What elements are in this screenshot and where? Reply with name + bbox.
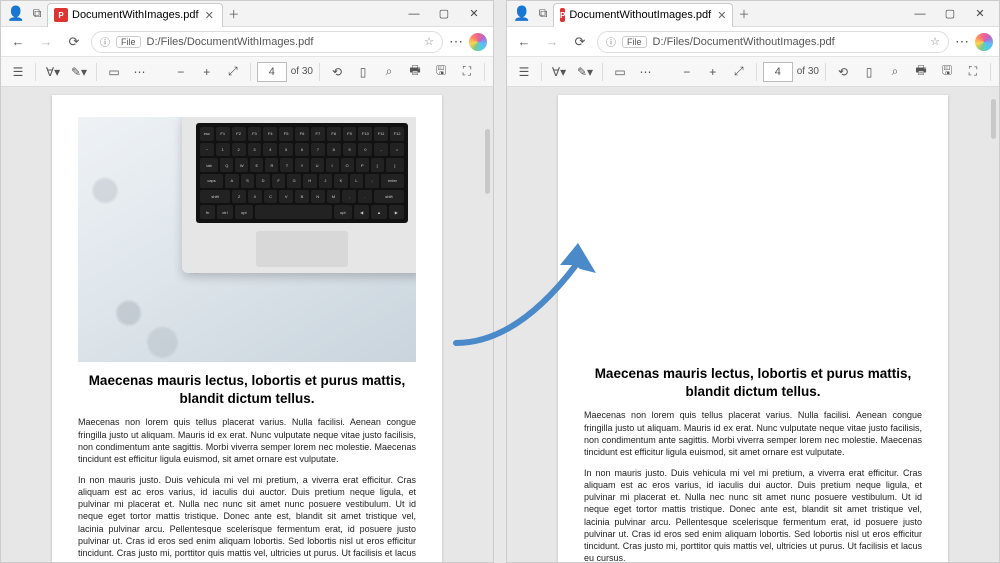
url-scheme: File <box>622 36 647 48</box>
fit-page-button[interactable]: ⤢ <box>728 61 750 83</box>
draw-button[interactable]: ∀▾ <box>548 61 570 83</box>
document-heading-1: Maecenas mauris lectus, lobortis et puru… <box>78 372 416 408</box>
page-number-input[interactable]: 4 <box>763 62 793 82</box>
sidebar-toggle-button[interactable]: ☰ <box>7 61 29 83</box>
favorite-icon[interactable]: ☆ <box>424 35 434 48</box>
left-tab[interactable]: P DocumentWithImages.pdf ✕ <box>47 3 223 27</box>
left-pdf-toolbar: ☰ ∀▾ ✎▾ ▭ ⋯ − + ⤢ 4 of 30 ⟲ ▯ ⌕ 🖶 🖫 ⛶ <box>1 57 493 87</box>
copilot-icon[interactable] <box>975 33 993 51</box>
zoom-out-button[interactable]: − <box>170 61 192 83</box>
pdf-favicon-icon: P <box>54 8 68 22</box>
right-pdf-toolbar: ☰ ∀▾ ✎▾ ▭ ⋯ − + ⤢ 4 of 30 ⟲ ▯ ⌕ 🖶 🖫 ⛶ <box>507 57 999 87</box>
page-view-button[interactable]: ▯ <box>858 61 880 83</box>
url-path: D:/Files/DocumentWithImages.pdf <box>147 36 314 48</box>
close-icon[interactable]: ✕ <box>715 9 728 22</box>
read-aloud-button[interactable]: ▭ <box>609 61 631 83</box>
print-button[interactable]: 🖶 <box>404 61 426 83</box>
right-tab[interactable]: P DocumentWithoutImages.pdf ✕ <box>553 3 733 27</box>
workspaces-icon[interactable]: ⧉ <box>27 4 47 24</box>
minimize-button[interactable]: — <box>905 1 935 27</box>
left-titlebar: 👤 ⧉ P DocumentWithImages.pdf ✕ ＋ — ▢ ✕ <box>1 1 493 27</box>
highlight-button[interactable]: ✎▾ <box>68 61 90 83</box>
rotate-button[interactable]: ⟲ <box>832 61 854 83</box>
read-aloud-button[interactable]: ▭ <box>103 61 125 83</box>
back-button[interactable]: ← <box>513 31 535 53</box>
save-button[interactable]: 🖫 <box>936 61 958 83</box>
refresh-button[interactable]: ⟳ <box>569 31 591 53</box>
info-icon: ⓘ <box>100 34 110 49</box>
sidebar-toggle-button[interactable]: ☰ <box>513 61 535 83</box>
save-button[interactable]: 🖫 <box>430 61 452 83</box>
maximize-button[interactable]: ▢ <box>429 1 459 27</box>
favorite-icon[interactable]: ☆ <box>930 35 940 48</box>
left-document-page: escF1F2F3F4F5F6F7F8F9F10F11F12~123456789… <box>52 95 442 562</box>
refresh-button[interactable]: ⟳ <box>63 31 85 53</box>
right-url-input[interactable]: ⓘ File D:/Files/DocumentWithoutImages.pd… <box>597 31 949 53</box>
pdf-favicon-icon: P <box>560 8 565 22</box>
fullscreen-button[interactable]: ⛶ <box>456 61 478 83</box>
maximize-button[interactable]: ▢ <box>935 1 965 27</box>
page-number-input[interactable]: 4 <box>257 62 287 82</box>
right-addressbar: ← → ⟳ ⓘ File D:/Files/DocumentWithoutIma… <box>507 27 999 57</box>
browser-menu-button[interactable]: ⋯ <box>449 33 463 50</box>
fit-page-button[interactable]: ⤢ <box>222 61 244 83</box>
profile-icon[interactable]: 👤 <box>511 3 533 25</box>
right-window: 👤 ⧉ P DocumentWithoutImages.pdf ✕ ＋ — ▢ … <box>506 0 1000 563</box>
highlight-button[interactable]: ✎▾ <box>574 61 596 83</box>
search-button[interactable]: ⌕ <box>378 61 400 83</box>
left-tab-title: DocumentWithImages.pdf <box>72 9 199 21</box>
back-button[interactable]: ← <box>7 31 29 53</box>
more-tools-button[interactable]: ⋯ <box>129 61 151 83</box>
left-window: 👤 ⧉ P DocumentWithImages.pdf ✕ ＋ — ▢ ✕ ←… <box>0 0 494 563</box>
scrollbar[interactable] <box>991 99 996 139</box>
workspaces-icon[interactable]: ⧉ <box>533 4 553 24</box>
draw-button[interactable]: ∀▾ <box>42 61 64 83</box>
copilot-icon[interactable] <box>469 33 487 51</box>
zoom-in-button[interactable]: + <box>196 61 218 83</box>
close-icon[interactable]: ✕ <box>203 9 216 22</box>
close-window-button[interactable]: ✕ <box>459 1 489 27</box>
page-total-label: of 30 <box>291 66 313 77</box>
document-heading-1: Maecenas mauris lectus, lobortis et puru… <box>584 365 922 401</box>
right-window-controls: — ▢ ✕ <box>905 1 995 27</box>
new-tab-button[interactable]: ＋ <box>733 6 755 22</box>
right-tab-title: DocumentWithoutImages.pdf <box>569 9 711 21</box>
page-total-label: of 30 <box>797 66 819 77</box>
left-window-controls: — ▢ ✕ <box>399 1 489 27</box>
page-view-button[interactable]: ▯ <box>352 61 374 83</box>
document-paragraph-2: In non mauris justo. Duis vehicula mi ve… <box>78 474 416 562</box>
right-viewport: Maecenas mauris lectus, lobortis et puru… <box>507 87 999 562</box>
close-window-button[interactable]: ✕ <box>965 1 995 27</box>
document-paragraph-1: Maecenas non lorem quis tellus placerat … <box>584 409 922 458</box>
right-document-page: Maecenas mauris lectus, lobortis et puru… <box>558 95 948 562</box>
left-addressbar: ← → ⟳ ⓘ File D:/Files/DocumentWithImages… <box>1 27 493 57</box>
forward-button[interactable]: → <box>35 31 57 53</box>
fullscreen-button[interactable]: ⛶ <box>962 61 984 83</box>
scrollbar[interactable] <box>485 129 490 194</box>
zoom-out-button[interactable]: − <box>676 61 698 83</box>
new-tab-button[interactable]: ＋ <box>223 6 245 22</box>
info-icon: ⓘ <box>606 34 616 49</box>
right-titlebar: 👤 ⧉ P DocumentWithoutImages.pdf ✕ ＋ — ▢ … <box>507 1 999 27</box>
url-path: D:/Files/DocumentWithoutImages.pdf <box>653 36 835 48</box>
forward-button[interactable]: → <box>541 31 563 53</box>
url-scheme: File <box>116 36 141 48</box>
laptop-graphic: escF1F2F3F4F5F6F7F8F9F10F11F12~123456789… <box>182 117 416 273</box>
document-paragraph-1: Maecenas non lorem quis tellus placerat … <box>78 416 416 465</box>
browser-menu-button[interactable]: ⋯ <box>955 33 969 50</box>
document-hero-image: escF1F2F3F4F5F6F7F8F9F10F11F12~123456789… <box>78 117 416 362</box>
left-viewport: escF1F2F3F4F5F6F7F8F9F10F11F12~123456789… <box>1 87 493 562</box>
more-tools-button[interactable]: ⋯ <box>635 61 657 83</box>
print-button[interactable]: 🖶 <box>910 61 932 83</box>
search-button[interactable]: ⌕ <box>884 61 906 83</box>
document-paragraph-2: In non mauris justo. Duis vehicula mi ve… <box>584 467 922 562</box>
minimize-button[interactable]: — <box>399 1 429 27</box>
left-url-input[interactable]: ⓘ File D:/Files/DocumentWithImages.pdf ☆ <box>91 31 443 53</box>
profile-icon[interactable]: 👤 <box>5 3 27 25</box>
rotate-button[interactable]: ⟲ <box>326 61 348 83</box>
zoom-in-button[interactable]: + <box>702 61 724 83</box>
